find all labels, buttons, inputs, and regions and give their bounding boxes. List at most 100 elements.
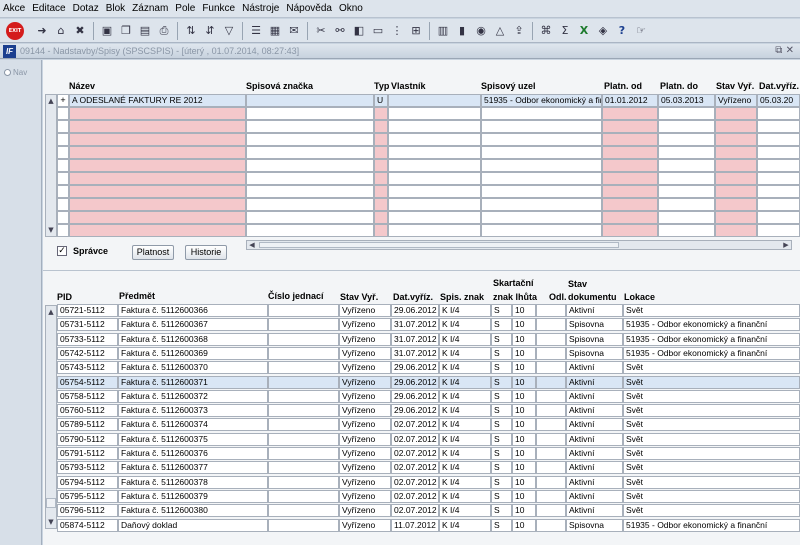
cell-typ[interactable] — [374, 211, 388, 224]
cell-spisovy-uzel[interactable] — [481, 159, 602, 172]
cell-spis[interactable]: K I/4 — [439, 461, 491, 475]
cell-platn-od[interactable] — [602, 120, 658, 133]
cell-predmet[interactable]: Faktura č. 5112600378 — [118, 475, 268, 489]
cell-dat[interactable]: 02.07.2012 — [391, 461, 439, 475]
cell-spisovy-uzel[interactable] — [481, 172, 602, 185]
cell-znak[interactable]: S — [491, 489, 512, 503]
scroll-right-icon[interactable]: ▶ — [781, 240, 791, 250]
cell-spisovy-uzel[interactable] — [481, 198, 602, 211]
triangle-icon[interactable]: △ — [492, 23, 508, 39]
table-row[interactable] — [43, 133, 800, 146]
cell-vlastnik[interactable] — [388, 107, 481, 120]
cell-predmet[interactable]: Faktura č. 5112600379 — [118, 489, 268, 503]
cell-dat-vyriz[interactable] — [757, 198, 800, 211]
table-row[interactable]: 05743-5112 Faktura č. 5112600370 Vyřízeno 2… — [43, 361, 800, 375]
cut-icon[interactable]: ✂ — [313, 23, 329, 39]
cell-vlastnik[interactable] — [388, 198, 481, 211]
cell-dat-vyriz[interactable] — [757, 146, 800, 159]
cell-lokace[interactable]: 51935 - Odbor ekonomický a finanční — [623, 346, 800, 360]
cell-spisovy-uzel[interactable] — [481, 185, 602, 198]
cell-nazev[interactable] — [69, 120, 246, 133]
cell-dat-vyriz[interactable]: 05.03.20 — [757, 94, 800, 107]
cell-dat[interactable]: 02.07.2012 — [391, 447, 439, 460]
table-row[interactable]: 05795-5112 Faktura č. 5112600379 Vyřízeno 0… — [43, 489, 800, 503]
cell-spisovy-uzel[interactable] — [481, 107, 602, 120]
cell-platn-od[interactable] — [602, 211, 658, 224]
cell-stav[interactable]: Vyřízeno — [339, 418, 391, 432]
cell-cj[interactable] — [268, 332, 339, 346]
cell-lhuta[interactable]: 10 — [512, 489, 536, 503]
cell-predmet[interactable]: Faktura č. 5112600374 — [118, 418, 268, 432]
cell-vlastnik[interactable] — [388, 172, 481, 185]
save-icon[interactable]: ➜ — [34, 23, 50, 39]
menu-item[interactable]: Pole — [175, 3, 195, 14]
cell-znak[interactable]: S — [491, 518, 512, 532]
cell-spisova-znacka[interactable] — [246, 120, 374, 133]
cell-platn-od[interactable] — [602, 198, 658, 211]
window-controls[interactable]: ⧉ ✕ — [775, 45, 794, 56]
cell-typ[interactable] — [374, 224, 388, 237]
cell-nazev[interactable] — [69, 159, 246, 172]
cell-predmet[interactable]: Faktura č. 5112600377 — [118, 461, 268, 475]
cell-nazev[interactable] — [69, 198, 246, 211]
table-row[interactable] — [43, 159, 800, 172]
cell-dat-vyriz[interactable] — [757, 211, 800, 224]
cell-platn-do[interactable]: 05.03.2013 — [658, 94, 715, 107]
cell-predmet[interactable]: Faktura č. 5112600370 — [118, 361, 268, 375]
table-row[interactable]: 05790-5112 Faktura č. 5112600375 Vyřízeno 0… — [43, 432, 800, 446]
cell-spis[interactable]: K I/4 — [439, 489, 491, 503]
cell-vlastnik[interactable] — [388, 146, 481, 159]
cell-stav-vyr[interactable] — [715, 146, 757, 159]
cell-cj[interactable] — [268, 361, 339, 375]
cell-typ[interactable] — [374, 107, 388, 120]
copy-icon[interactable]: ❐ — [118, 23, 134, 39]
cell-cj[interactable] — [268, 461, 339, 475]
cell-stavdok[interactable]: Aktivní — [566, 475, 623, 489]
cell-vlastnik[interactable] — [388, 159, 481, 172]
cell-typ[interactable]: U — [374, 94, 388, 107]
table-row[interactable]: 05760-5112 Faktura č. 5112600373 Vyřízeno 2… — [43, 404, 800, 418]
cell-spis[interactable]: K I/4 — [439, 375, 491, 389]
sort-desc-icon[interactable]: ⇵ — [202, 23, 218, 39]
cell-spis[interactable]: K I/4 — [439, 504, 491, 518]
mail-icon[interactable]: ✉ — [286, 23, 302, 39]
cell-stav-vyr[interactable] — [715, 159, 757, 172]
table-row[interactable] — [43, 185, 800, 198]
cell-predmet[interactable]: Faktura č. 5112600373 — [118, 404, 268, 418]
cell-spisovy-uzel[interactable] — [481, 133, 602, 146]
table-row[interactable] — [43, 146, 800, 159]
cell-spis[interactable]: K I/4 — [439, 518, 491, 532]
cell-stav-vyr[interactable] — [715, 133, 757, 146]
cell-vlastnik[interactable] — [388, 211, 481, 224]
cell-lokace[interactable]: Svět — [623, 447, 800, 460]
filter-icon[interactable]: ▽ — [221, 23, 237, 39]
cell-cj[interactable] — [268, 489, 339, 503]
row-indicator[interactable] — [57, 198, 69, 211]
cell-spisova-znacka[interactable] — [246, 94, 374, 107]
cell-cj[interactable] — [268, 304, 339, 317]
cell-dat[interactable]: 02.07.2012 — [391, 418, 439, 432]
cell-platn-do[interactable] — [658, 172, 715, 185]
cell-pid[interactable]: 05758-5112 — [57, 389, 118, 403]
cell-dat[interactable]: 31.07.2012 — [391, 332, 439, 346]
cell-predmet[interactable]: Faktura č. 5112600372 — [118, 389, 268, 403]
exit-button[interactable]: EXIT — [6, 21, 24, 40]
delete-icon[interactable]: ✖ — [72, 23, 88, 39]
cell-pid[interactable]: 05754-5112 — [57, 375, 118, 389]
cell-stav[interactable]: Vyřízeno — [339, 404, 391, 418]
cell-platn-do[interactable] — [658, 133, 715, 146]
excel-icon[interactable]: X — [576, 23, 592, 39]
cell-platn-do[interactable] — [658, 107, 715, 120]
list-icon[interactable]: ☰ — [248, 23, 264, 39]
cell-dat[interactable]: 02.07.2012 — [391, 489, 439, 503]
table-row[interactable] — [43, 198, 800, 211]
cell-pid[interactable]: 05791-5112 — [57, 447, 118, 460]
cell-odl[interactable] — [536, 404, 566, 418]
cell-znak[interactable]: S — [491, 304, 512, 317]
cell-stav-vyr[interactable] — [715, 211, 757, 224]
cell-stav[interactable]: Vyřízeno — [339, 332, 391, 346]
table-row[interactable]: 05754-5112 Faktura č. 5112600371 Vyřízeno 2… — [43, 375, 800, 389]
table-row[interactable]: 05742-5112 Faktura č. 5112600369 Vyřízeno 3… — [43, 346, 800, 360]
cell-spisova-znacka[interactable] — [246, 159, 374, 172]
table-row[interactable]: 05721-5112 Faktura č. 5112600366 Vyřízeno 2… — [43, 304, 800, 317]
